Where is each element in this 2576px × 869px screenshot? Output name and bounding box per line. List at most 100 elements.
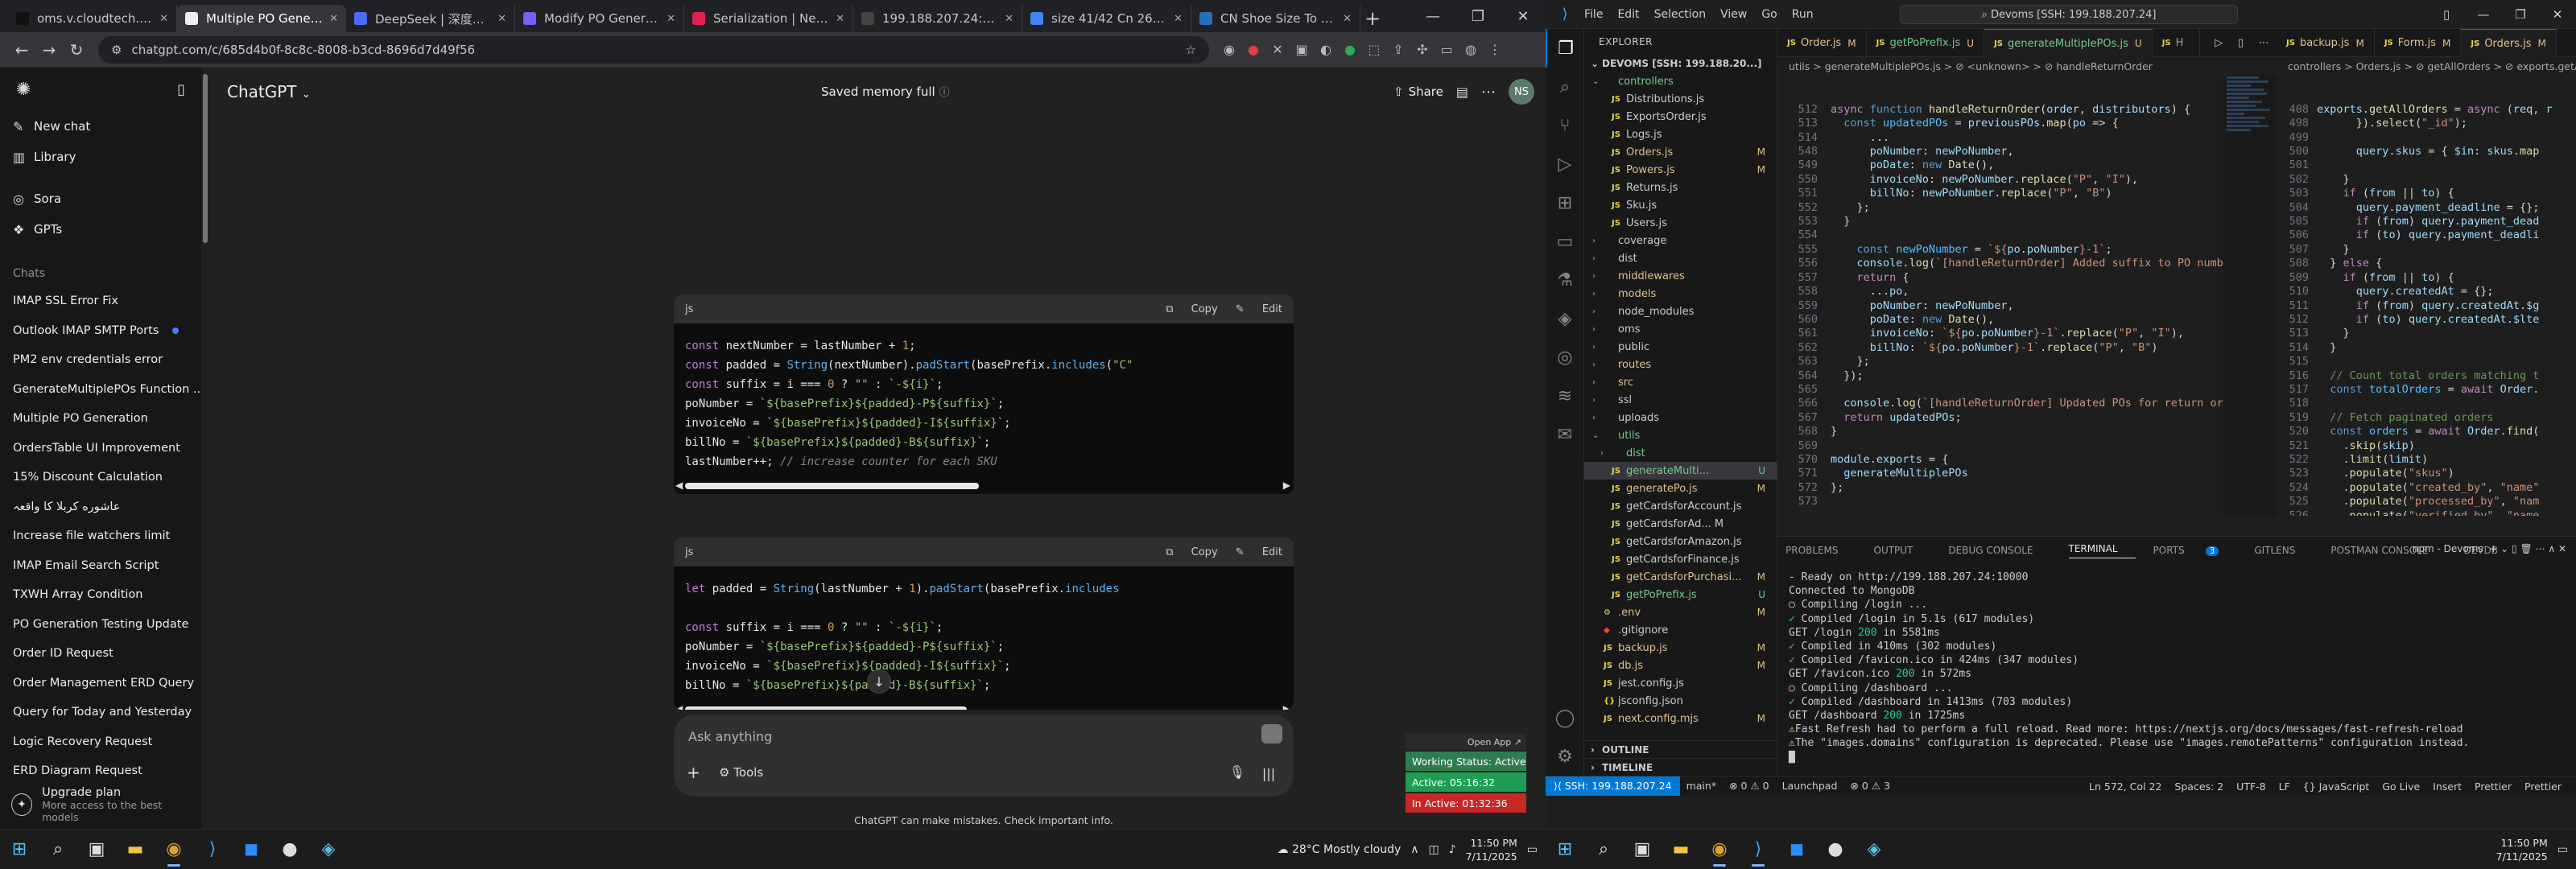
file-item[interactable]: JS next.config.mjs M (1584, 710, 1777, 727)
folder-item[interactable]: › routes (1584, 356, 1777, 373)
weather-widget[interactable]: ☁ 28°C Mostly cloudy (1278, 843, 1402, 856)
temporary-chat-icon[interactable]: ▤ (1456, 84, 1468, 100)
scroll-right-icon[interactable]: ▶ (1283, 480, 1290, 491)
scroll-right-icon[interactable]: ▶ (1283, 703, 1290, 710)
file-item[interactable]: JS Sku.js (1584, 196, 1777, 214)
folder-item[interactable]: › oms (1584, 320, 1777, 338)
remote-explorer-icon[interactable]: ▭ (1546, 222, 1584, 261)
status-item[interactable]: Go Live (2382, 780, 2420, 793)
file-item[interactable]: JS getCardsforFinance.js (1584, 550, 1777, 568)
chat-history-item[interactable]: Multiple PO Generation (0, 404, 201, 434)
layout-icon[interactable]: ▯ (2428, 0, 2465, 29)
more-actions-icon[interactable]: ⋯ (2259, 37, 2269, 49)
clock[interactable]: 11:50 PM 7/11/2025 (2496, 836, 2548, 863)
maximize-icon[interactable]: ❐ (1455, 0, 1501, 32)
tab-close-icon[interactable]: ✕ (667, 13, 675, 25)
chat-history-item[interactable]: PM2 env credentials error (0, 345, 201, 375)
browser-tab[interactable]: 199.188.207.24:10000/da... ✕ (853, 5, 1022, 32)
copy-code-button[interactable]: ⧉ Copy (1166, 546, 1217, 558)
file-item[interactable]: JS ExportsOrder.js (1584, 108, 1777, 126)
split-editor-icon[interactable]: ▯ (2238, 37, 2244, 49)
chat-history-item[interactable]: Logic Recovery Request (0, 727, 201, 757)
file-item[interactable]: JS getCardsforPurchasi... M (1584, 568, 1777, 586)
scroll-left-icon[interactable]: ◀ (675, 703, 683, 710)
network-icon[interactable]: ◫ (1429, 843, 1439, 856)
add-attachment-icon[interactable]: + (687, 763, 700, 782)
tab-close-icon[interactable]: ✕ (1005, 13, 1013, 25)
chat-history-item[interactable]: IMAP Email Search Script (0, 551, 201, 581)
chat-history-item[interactable]: Query for Today and Yesterday (0, 698, 201, 727)
notification-icon[interactable]: ▭ (2557, 843, 2568, 856)
openai-logo-icon[interactable]: ✺ (16, 80, 31, 100)
site-info-icon[interactable]: ⚙ (111, 43, 122, 57)
browser-tab[interactable]: DeepSeek | 深度求索 ✕ (346, 5, 515, 32)
sidebar-item[interactable]: ✎ New chat (0, 111, 201, 142)
panel-tab[interactable]: PROBLEMS (1785, 545, 1856, 556)
folder-item[interactable]: › coverage (1584, 232, 1777, 249)
vscode-taskbar-icon[interactable]: ⟩ (193, 830, 232, 869)
chrome-menu-icon[interactable]: ⋮ (1483, 38, 1507, 62)
user-avatar[interactable]: NS (1509, 79, 1534, 105)
file-explorer-icon[interactable]: ▬ (116, 830, 155, 869)
menu-item[interactable]: View (1720, 8, 1747, 21)
folder-item[interactable]: ⌄ utils (1584, 426, 1777, 444)
command-center[interactable]: ⌕ Devoms [SSH: 199.188.207.24] (1900, 5, 2238, 24)
status-item[interactable]: {} JavaScript (2303, 780, 2370, 793)
file-item[interactable]: JS Logs.js (1584, 126, 1777, 143)
timeline-section[interactable]: › TIMELINE (1584, 758, 1777, 776)
chat-history-item[interactable]: Outlook IMAP SMTP Ports (0, 316, 201, 346)
manage-gear-icon[interactable]: ⚙ (1546, 737, 1584, 776)
file-item[interactable]: JS getCardsforAccount.js (1584, 497, 1777, 515)
editor-tab[interactable]: JS generateMultiplePOs.js U (1984, 29, 2153, 57)
tab-close-icon[interactable]: ✕ (1343, 13, 1352, 25)
status-item[interactable]: Insert (2433, 780, 2462, 793)
file-item[interactable]: JS generatePo.js M (1584, 480, 1777, 497)
scrollbar-thumb[interactable] (685, 706, 967, 710)
file-item[interactable]: JS Returns.js (1584, 179, 1777, 196)
chrome-taskbar-icon[interactable]: ◉ (155, 830, 193, 869)
menu-item[interactable]: Selection (1654, 8, 1707, 21)
file-item[interactable]: JS jest.config.js (1584, 674, 1777, 692)
zoom-taskbar-icon[interactable]: ◼ (1777, 830, 1816, 869)
volume-icon[interactable]: ♪ (1449, 843, 1456, 856)
chat-history-item[interactable]: Order ID Request (0, 639, 201, 669)
source-control-icon[interactable]: ⑂ (1546, 106, 1584, 145)
open-app-link[interactable]: Open App ↗ (1406, 734, 1526, 750)
clock[interactable]: 11:50 PM 7/11/2025 (1466, 836, 1517, 863)
notification-icon[interactable]: ▭ (1527, 843, 1538, 856)
editor-left[interactable]: 512 513 514 548 549 550 551 552 553 554 … (1777, 75, 2223, 516)
windows-start-icon[interactable]: ⊞ (0, 830, 39, 869)
file-item[interactable]: JS db.js M (1584, 657, 1777, 674)
task-view-icon[interactable]: ▣ (77, 830, 116, 869)
status-item[interactable]: Prettier (2524, 780, 2562, 793)
app-taskbar-icon[interactable]: ◈ (1855, 830, 1893, 869)
panel-tab[interactable]: TERMINAL (2068, 543, 2136, 558)
chat-history-item[interactable]: عاشوره کربلا کا واقعہ (0, 492, 201, 522)
file-explorer-icon[interactable]: ▬ (1662, 830, 1700, 869)
more-options-icon[interactable]: ⋯ (1481, 84, 1496, 101)
folder-item[interactable]: ⌄ controllers (1584, 72, 1777, 90)
edit-code-button[interactable]: ✎ Edit (1236, 546, 1282, 558)
terminal-selector[interactable]: npm - Devoms + ⌄ ▯ 🗑 ⋯ ∧ ✕ (2413, 543, 2566, 554)
status-item[interactable]: UTF-8 (2236, 780, 2265, 793)
file-item[interactable]: JS backup.js M (1584, 639, 1777, 657)
close-icon[interactable]: ✕ (2539, 0, 2576, 29)
file-item[interactable]: JS getPoPrefix.js U (1584, 586, 1777, 603)
folder-item[interactable]: › dist (1584, 444, 1777, 462)
editor-tab[interactable]: JS H (2153, 29, 2201, 57)
status-item[interactable]: ⊗ 0 ⚠ 3 (1850, 780, 1890, 792)
reload-icon[interactable]: ↻ (63, 36, 90, 64)
chat-history-item[interactable]: PO Generation Testing Update (0, 610, 201, 640)
folder-item[interactable]: › node_modules (1584, 303, 1777, 320)
extension-icon[interactable]: ⇪ (1386, 38, 1410, 62)
app-taskbar-icon[interactable]: ◈ (309, 830, 348, 869)
editor-tab[interactable]: JS Form.js M (2375, 29, 2462, 57)
new-tab-button[interactable]: + (1360, 5, 1385, 32)
panel-tab[interactable]: PORTS 3 (2153, 545, 2237, 556)
extension-icon[interactable]: ◐ (1314, 38, 1338, 62)
upgrade-plan-button[interactable]: ✦ Upgrade plan More access to the best m… (0, 780, 201, 829)
status-item[interactable]: Spaces: 2 (2174, 780, 2223, 793)
editor-tab[interactable]: JS Orders.js M (2461, 29, 2557, 57)
workspace-root[interactable]: ⌄ DEVOMS [SSH: 199.188.20...] (1584, 55, 1777, 72)
extension-icon[interactable]: ● (1338, 38, 1362, 62)
